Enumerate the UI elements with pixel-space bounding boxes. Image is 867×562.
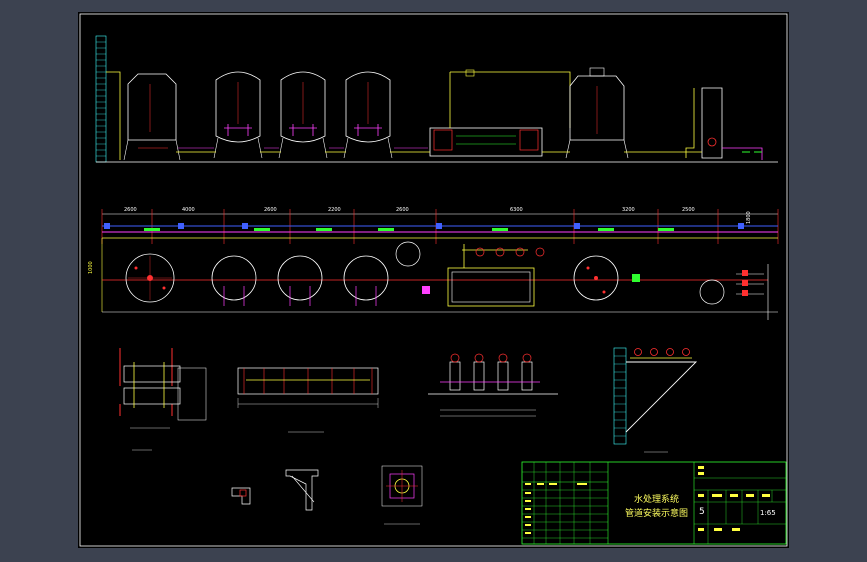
drawing-title-line1: 水处理系统 xyxy=(634,495,680,505)
drawing-scale: 1:65 xyxy=(760,509,776,517)
dimension-label: 2600 xyxy=(264,207,277,213)
drawing-sheet: 2600 4000 2600 2200 2600 6300 3200 2500 … xyxy=(78,12,789,548)
filter-tank-3-elevation xyxy=(343,71,393,159)
plan-view xyxy=(101,223,778,320)
filter-tank-3-plan xyxy=(343,255,389,306)
brick-wall-left xyxy=(95,35,107,163)
dimension-chain-top: 2600 4000 2600 2200 2600 6300 3200 2500 … xyxy=(88,207,779,274)
bracket-detail-small-2 xyxy=(285,469,319,511)
raw-water-tank-plan xyxy=(125,253,175,303)
clamp-detail xyxy=(381,465,423,525)
filter-tank-1-elevation xyxy=(213,71,263,159)
filter-row-detail xyxy=(428,353,558,417)
outlet-manifold-plan xyxy=(736,264,769,320)
dimension-label-vertical: 1000 xyxy=(88,261,94,274)
drawing-canvas: 2600 4000 2600 2200 2600 6300 3200 2500 … xyxy=(79,13,788,547)
inlet-pipe-elevation xyxy=(106,71,121,160)
raw-water-tank-elevation xyxy=(123,73,181,161)
filter-tank-1-plan xyxy=(211,255,257,306)
frame-detail-left xyxy=(119,348,207,451)
dosing-tank-plan xyxy=(395,241,421,267)
ro-unit-elevation xyxy=(429,69,571,157)
drawing-sheet-number: 5 xyxy=(699,507,705,517)
small-tank-plan xyxy=(699,279,725,305)
dimension-label: 3200 xyxy=(622,207,635,213)
dimension-label: 2600 xyxy=(396,207,409,213)
pure-water-tank-plan xyxy=(573,255,619,301)
dimension-label: 2500 xyxy=(682,207,695,213)
dimension-label: 6300 xyxy=(510,207,523,213)
header-valves xyxy=(144,228,674,231)
frame-detail-long xyxy=(237,367,379,433)
dimension-label: 2200 xyxy=(328,207,341,213)
post-treatment-elevation xyxy=(685,87,763,160)
bracket-detail-small-1 xyxy=(231,487,251,505)
ro-unit-plan xyxy=(422,244,545,307)
dimension-label-vertical: 1800 xyxy=(746,211,752,224)
filter-tank-2-plan xyxy=(277,255,323,306)
dimension-label: 4000 xyxy=(182,207,195,213)
wall-bracket-detail xyxy=(613,347,698,453)
elevation-view xyxy=(95,35,778,163)
pump-plan xyxy=(632,274,640,282)
drawing-title-line2: 管道安装示意图 xyxy=(625,509,689,519)
dimension-label: 2600 xyxy=(124,207,137,213)
pure-water-tank-elevation xyxy=(565,67,629,159)
filter-tank-2-elevation xyxy=(278,71,328,159)
